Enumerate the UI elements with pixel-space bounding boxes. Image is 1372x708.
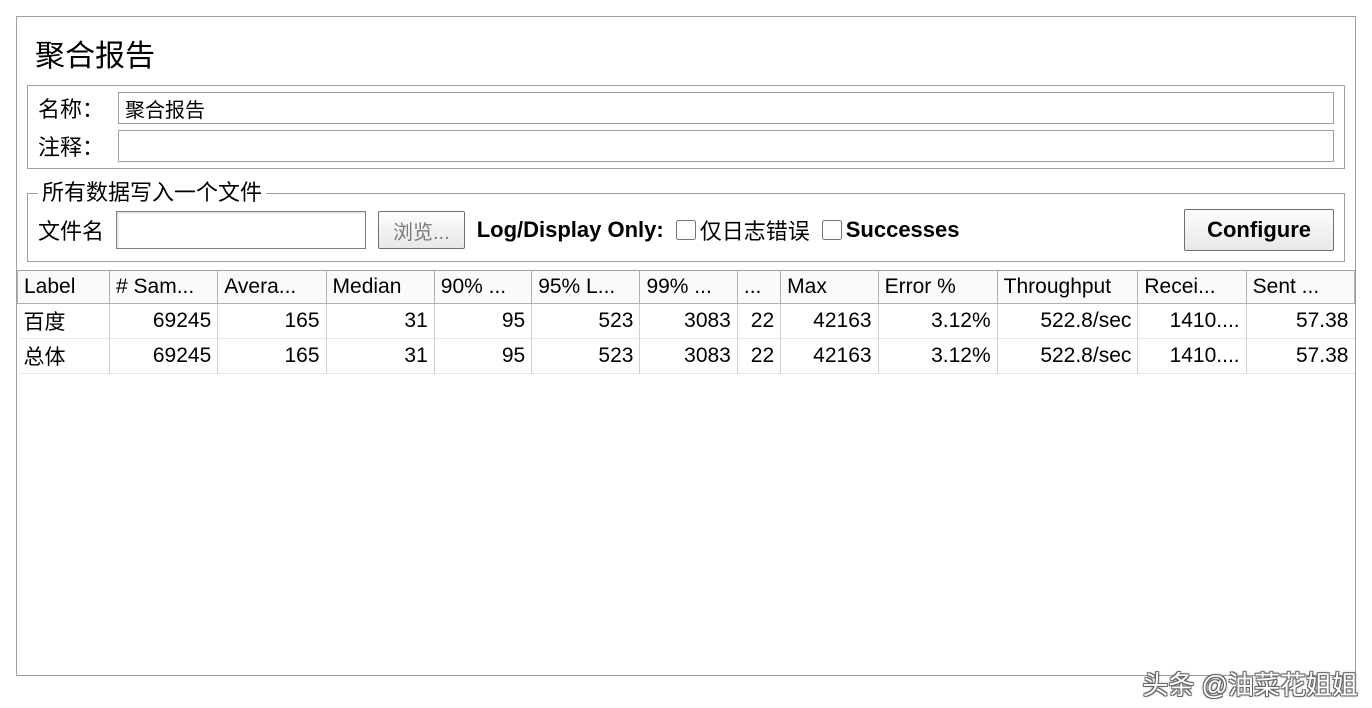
cell-average: 165 xyxy=(218,339,326,374)
table-row[interactable]: 百度692451653195523308322421633.12%522.8/s… xyxy=(18,304,1355,339)
fieldset-legend: 所有数据写入一个文件 xyxy=(38,175,266,207)
column-header-median[interactable]: Median xyxy=(326,271,434,304)
filename-label: 文件名 xyxy=(38,214,104,246)
cell-samples: 69245 xyxy=(110,339,218,374)
column-header-p90[interactable]: 90% ... xyxy=(434,271,531,304)
cell-max: 42163 xyxy=(781,339,878,374)
column-header-p95[interactable]: 95% L... xyxy=(532,271,640,304)
comment-label: 注释： xyxy=(38,130,118,162)
column-header-received[interactable]: Recei... xyxy=(1138,271,1246,304)
filename-input[interactable] xyxy=(116,211,366,249)
cell-throughput: 522.8/sec xyxy=(997,339,1138,374)
successes-label: Successes xyxy=(846,217,960,243)
cell-p99: 3083 xyxy=(640,304,737,339)
errors-only-checkbox[interactable] xyxy=(676,220,696,240)
cell-sent: 57.38 xyxy=(1246,339,1354,374)
cell-samples: 69245 xyxy=(110,304,218,339)
cell-min: 22 xyxy=(737,304,780,339)
cell-max: 42163 xyxy=(781,304,878,339)
log-display-label: Log/Display Only: xyxy=(477,217,664,243)
results-table-area: Label# Sam...Avera...Median90% ...95% L.… xyxy=(17,270,1355,675)
cell-label: 总体 xyxy=(18,339,110,374)
column-header-error[interactable]: Error % xyxy=(878,271,997,304)
column-header-p99[interactable]: 99% ... xyxy=(640,271,737,304)
column-header-min[interactable]: ... xyxy=(737,271,780,304)
cell-sent: 57.38 xyxy=(1246,304,1354,339)
results-table: Label# Sam...Avera...Median90% ...95% L.… xyxy=(17,271,1355,374)
errors-only-checkbox-wrap[interactable]: 仅日志错误 xyxy=(676,214,810,246)
cell-median: 31 xyxy=(326,304,434,339)
name-input[interactable] xyxy=(118,92,1334,124)
write-results-fieldset: 所有数据写入一个文件 文件名 浏览... Log/Display Only: 仅… xyxy=(27,177,1345,262)
column-header-max[interactable]: Max xyxy=(781,271,878,304)
cell-error: 3.12% xyxy=(878,339,997,374)
table-row[interactable]: 总体692451653195523308322421633.12%522.8/s… xyxy=(18,339,1355,374)
comment-input[interactable] xyxy=(118,130,1334,162)
cell-min: 22 xyxy=(737,339,780,374)
cell-p90: 95 xyxy=(434,339,531,374)
cell-average: 165 xyxy=(218,304,326,339)
column-header-throughput[interactable]: Throughput xyxy=(997,271,1138,304)
cell-p99: 3083 xyxy=(640,339,737,374)
cell-p90: 95 xyxy=(434,304,531,339)
cell-throughput: 522.8/sec xyxy=(997,304,1138,339)
page-title: 聚合报告 xyxy=(17,17,1355,85)
configure-button[interactable]: Configure xyxy=(1184,209,1334,251)
cell-median: 31 xyxy=(326,339,434,374)
column-header-sent[interactable]: Sent ... xyxy=(1246,271,1354,304)
successes-checkbox-wrap[interactable]: Successes xyxy=(822,217,960,243)
cell-label: 百度 xyxy=(18,304,110,339)
watermark-text: 头条 @油菜花姐姐 xyxy=(1142,665,1358,702)
errors-only-label: 仅日志错误 xyxy=(700,214,810,246)
name-comment-box: 名称： 注释： xyxy=(27,85,1345,169)
cell-error: 3.12% xyxy=(878,304,997,339)
name-label: 名称： xyxy=(38,92,118,124)
column-header-label[interactable]: Label xyxy=(18,271,110,304)
column-header-samples[interactable]: # Sam... xyxy=(110,271,218,304)
successes-checkbox[interactable] xyxy=(822,220,842,240)
cell-received: 1410.... xyxy=(1138,304,1246,339)
column-header-average[interactable]: Avera... xyxy=(218,271,326,304)
table-header-row: Label# Sam...Avera...Median90% ...95% L.… xyxy=(18,271,1355,304)
cell-p95: 523 xyxy=(532,339,640,374)
cell-p95: 523 xyxy=(532,304,640,339)
browse-button[interactable]: 浏览... xyxy=(378,211,465,249)
aggregate-report-panel: 聚合报告 名称： 注释： 所有数据写入一个文件 文件名 浏览... Log/Di… xyxy=(16,16,1356,676)
cell-received: 1410.... xyxy=(1138,339,1246,374)
